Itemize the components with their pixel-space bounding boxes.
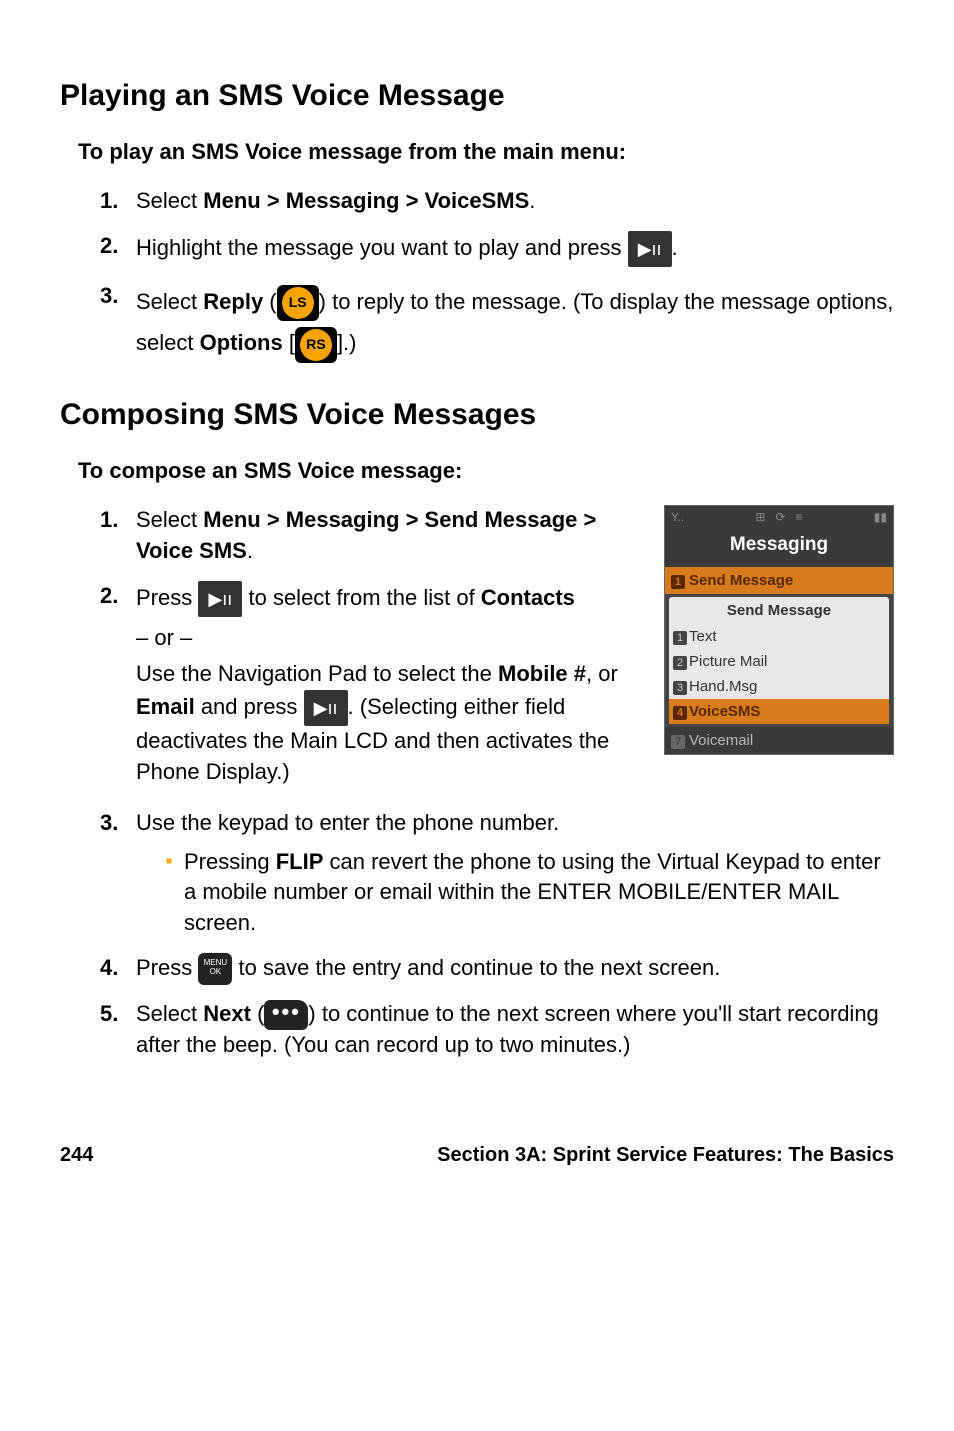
- text: to select from the list of: [248, 584, 480, 609]
- phone-row-voicemail: 7Voicemail: [665, 727, 893, 754]
- play-pause-icon: ▶ıı: [198, 581, 242, 617]
- icon-text: OK: [210, 967, 222, 976]
- text: , or: [586, 661, 618, 686]
- compose-step-5: 5. Select Next (•••) to continue to the …: [100, 999, 894, 1061]
- play-step-3: 3. Select Reply () to reply to the messa…: [100, 281, 894, 365]
- bullet-flip: Pressing FLIP can revert the phone to us…: [166, 847, 894, 939]
- compose-step-1: 1. Select Menu > Messaging > Send Messag…: [100, 505, 644, 567]
- mobile-label: Mobile #: [498, 661, 586, 686]
- step-number: 3.: [100, 808, 136, 939]
- text: ].): [337, 330, 357, 355]
- flip-label: FLIP: [276, 849, 324, 874]
- compose-step-2: 2. Press ▶ıı to select from the list of …: [100, 581, 644, 794]
- row-label: Send Message: [689, 572, 793, 589]
- play-pause-icon: ▶ıı: [628, 231, 672, 267]
- step-number: 1.: [100, 186, 136, 217]
- sub-label: Picture Mail: [689, 653, 767, 670]
- step-number: 2.: [100, 231, 136, 267]
- text: Use the keypad to enter the phone number…: [136, 808, 894, 839]
- text: Pressing: [184, 849, 276, 874]
- play-pause-icon: ▶ıı: [304, 690, 348, 726]
- step-number: 5.: [100, 999, 136, 1061]
- text: .: [529, 188, 535, 213]
- options-label: Options: [200, 330, 283, 355]
- menu-path: Menu > Messaging > VoiceSMS: [203, 188, 529, 213]
- text: Press: [136, 584, 198, 609]
- phone-row-send-message: 1Send Message: [665, 567, 893, 594]
- menu-path: Menu > Messaging > Send Message > Voice …: [136, 507, 596, 563]
- play-step-2: 2. Highlight the message you want to pla…: [100, 231, 894, 267]
- or-divider: – or –: [136, 623, 644, 654]
- text: Select: [136, 289, 203, 314]
- phone-screen-title: Messaging: [665, 528, 893, 567]
- text: Use the Navigation Pad to select the: [136, 661, 498, 686]
- step-number: 2.: [100, 581, 136, 794]
- heading-playing: Playing an SMS Voice Message: [60, 75, 894, 117]
- battery-icon: ▮▮: [874, 509, 887, 526]
- text: [: [283, 330, 295, 355]
- text: Highlight the message you want to play a…: [136, 234, 628, 259]
- menu-ok-icon: MENUOK: [198, 953, 232, 985]
- text: and press: [195, 694, 304, 719]
- text: .: [247, 538, 253, 563]
- step-number: 3.: [100, 281, 136, 365]
- text: .: [672, 234, 678, 259]
- submenu-hand-msg: 3Hand.Msg: [669, 674, 889, 699]
- row-label: Voicemail: [689, 732, 753, 749]
- step-number: 1.: [100, 505, 136, 567]
- phone-status-bar: Y.. ⊞ ⟳ ≡ ▮▮: [665, 506, 893, 528]
- phone-screenshot: Y.. ⊞ ⟳ ≡ ▮▮ Messaging 1Send Message Sen…: [664, 505, 894, 755]
- text: Select: [136, 188, 203, 213]
- next-label: Next: [203, 1001, 251, 1026]
- page-number: 244: [60, 1141, 93, 1169]
- text: Select: [136, 1001, 203, 1026]
- right-softkey-icon: [295, 327, 337, 363]
- email-label: Email: [136, 694, 195, 719]
- play-step-1: 1. Select Menu > Messaging > VoiceSMS.: [100, 186, 894, 217]
- intro-playing: To play an SMS Voice message from the ma…: [78, 137, 894, 168]
- left-softkey-icon: [277, 285, 319, 321]
- page-footer: 244 Section 3A: Sprint Service Features:…: [60, 1141, 894, 1169]
- submenu-header: Send Message: [669, 597, 889, 624]
- intro-composing: To compose an SMS Voice message:: [78, 456, 894, 487]
- sub-label: VoiceSMS: [689, 703, 760, 720]
- sub-label: Text: [689, 628, 717, 645]
- dots-softkey-icon: •••: [264, 1000, 308, 1030]
- text: (: [251, 1001, 264, 1026]
- status-icons: ⊞ ⟳ ≡: [755, 509, 802, 526]
- step-number: 4.: [100, 953, 136, 985]
- text: (: [263, 289, 276, 314]
- submenu-voicesms: 4VoiceSMS: [669, 699, 889, 724]
- text: Press: [136, 955, 198, 980]
- heading-composing: Composing SMS Voice Messages: [60, 394, 894, 436]
- submenu-picture-mail: 2Picture Mail: [669, 649, 889, 674]
- text: to save the entry and continue to the ne…: [238, 955, 720, 980]
- contacts-label: Contacts: [481, 584, 575, 609]
- section-label: Section 3A: Sprint Service Features: The…: [437, 1141, 894, 1169]
- phone-submenu: Send Message 1Text 2Picture Mail 3Hand.M…: [665, 594, 893, 727]
- icon-text: MENU: [204, 958, 228, 967]
- text: Select: [136, 507, 203, 532]
- sub-label: Hand.Msg: [689, 678, 757, 695]
- submenu-text: 1Text: [669, 624, 889, 649]
- compose-step-4: 4. Press MENUOK to save the entry and co…: [100, 953, 894, 985]
- signal-icon: Y..: [671, 509, 684, 526]
- reply-label: Reply: [203, 289, 263, 314]
- compose-step-3: 3. Use the keypad to enter the phone num…: [100, 808, 894, 939]
